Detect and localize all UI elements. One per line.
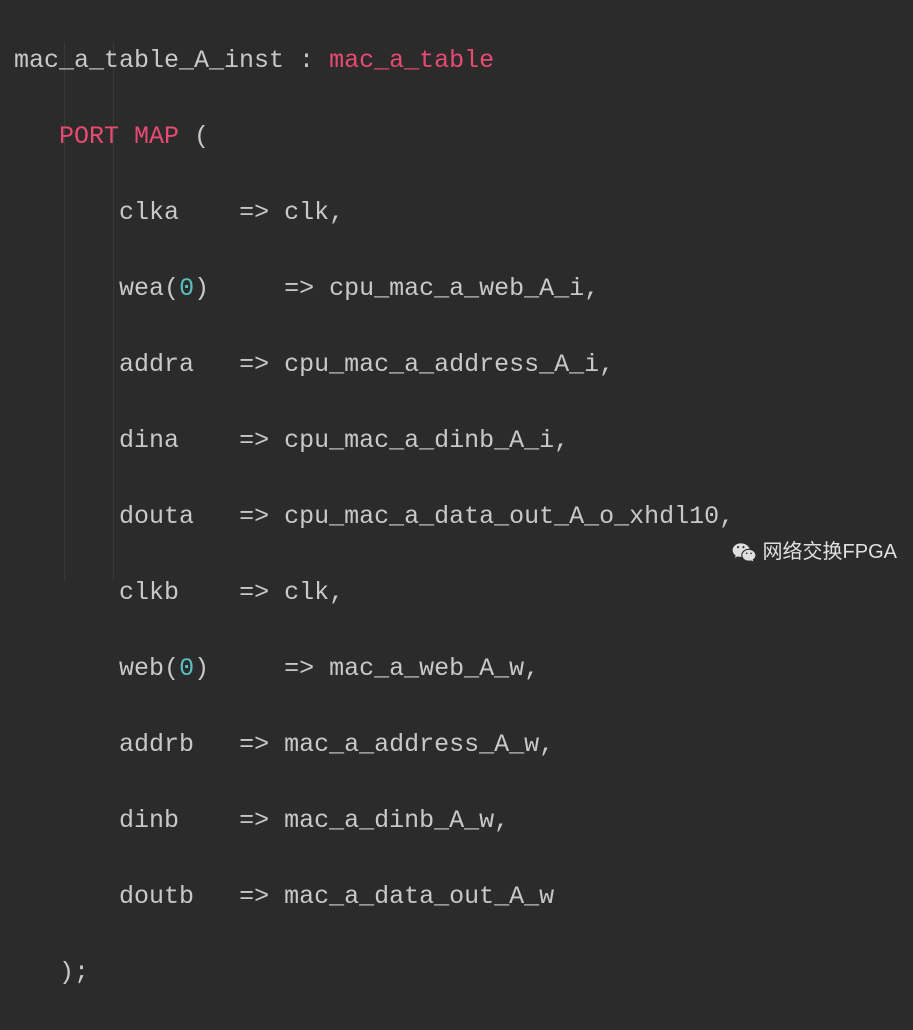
comma: , [584, 274, 599, 303]
port-line: douta => cpu_mac_a_data_out_A_o_xhdl10, [14, 498, 913, 536]
port-line: addrb => mac_a_address_A_w, [14, 726, 913, 764]
index: 0 [179, 274, 194, 303]
arrow: => [239, 502, 269, 531]
watermark-text: 网络交换FPGA [763, 533, 897, 571]
line-close: ); [14, 954, 913, 992]
port-actual: mac_a_address_A_w [284, 730, 539, 759]
port-line: web(0) => mac_a_web_A_w, [14, 650, 913, 688]
port-formal: addra [119, 350, 194, 379]
instance-name: mac_a_table_A_inst [14, 46, 284, 75]
type-name: mac_a_table [329, 46, 494, 75]
port-actual: cpu_mac_a_web_A_i [329, 274, 584, 303]
arrow: => [239, 806, 269, 835]
port-formal: dinb [119, 806, 179, 835]
port-formal: dina [119, 426, 179, 455]
comma: , [599, 350, 614, 379]
port-map-keyword: PORT MAP [59, 122, 179, 151]
port-formal: doutb [119, 882, 194, 911]
port-actual: cpu_mac_a_data_out_A_o_xhdl10 [284, 502, 719, 531]
comma: , [524, 654, 539, 683]
port-actual: clk [284, 578, 329, 607]
comma: , [494, 806, 509, 835]
arrow: => [284, 654, 314, 683]
comma: , [329, 578, 344, 607]
wechat-icon [731, 539, 757, 565]
port-line: dinb => mac_a_dinb_A_w, [14, 802, 913, 840]
arrow: => [284, 274, 314, 303]
colon: : [284, 46, 329, 75]
line-portmap: PORT MAP ( [14, 118, 913, 156]
arrow: => [239, 730, 269, 759]
open-paren: ( [179, 122, 209, 151]
port-formal: addrb [119, 730, 194, 759]
port-actual: mac_a_web_A_w [329, 654, 524, 683]
port-formal: wea [119, 274, 164, 303]
port-line: doutb => mac_a_data_out_A_w [14, 878, 913, 916]
port-actual: clk [284, 198, 329, 227]
arrow: => [239, 882, 269, 911]
arrow: => [239, 350, 269, 379]
port-actual: mac_a_data_out_A_w [284, 882, 554, 911]
port-line: clka => clk, [14, 194, 913, 232]
comma: , [719, 502, 734, 531]
close-paren-semi: ); [59, 958, 89, 987]
comma: , [539, 730, 554, 759]
port-actual: cpu_mac_a_address_A_i [284, 350, 599, 379]
arrow: => [239, 426, 269, 455]
port-line: wea(0) => cpu_mac_a_web_A_i, [14, 270, 913, 308]
arrow: => [239, 198, 269, 227]
port-actual: cpu_mac_a_dinb_A_i [284, 426, 554, 455]
port-formal: clkb [119, 578, 179, 607]
port-formal: web [119, 654, 164, 683]
port-formal: douta [119, 502, 194, 531]
index: 0 [179, 654, 194, 683]
comma: , [554, 426, 569, 455]
port-line: clkb => clk, [14, 574, 913, 612]
watermark: 网络交换FPGA [731, 533, 897, 571]
arrow: => [239, 578, 269, 607]
port-formal: clka [119, 198, 179, 227]
port-line: dina => cpu_mac_a_dinb_A_i, [14, 422, 913, 460]
line-instance: mac_a_table_A_inst : mac_a_table [14, 42, 913, 80]
code-block: mac_a_table_A_inst : mac_a_table PORT MA… [0, 4, 913, 1030]
comma: , [329, 198, 344, 227]
port-actual: mac_a_dinb_A_w [284, 806, 494, 835]
port-line: addra => cpu_mac_a_address_A_i, [14, 346, 913, 384]
